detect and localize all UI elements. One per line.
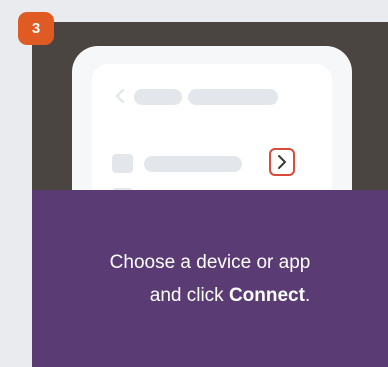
- chevron-left-icon: [115, 88, 125, 104]
- chevron-right-icon: [278, 155, 286, 169]
- connect-label: Connect: [228, 284, 305, 306]
- caption-line-1: Choose a device or app: [109, 251, 311, 273]
- caption-line-2: and click Connect.: [110, 279, 310, 312]
- step-caption: Choose a device or app and click Connect…: [32, 190, 388, 367]
- illustration: [32, 22, 388, 190]
- step-card: Choose a device or app and click Connect…: [32, 22, 388, 367]
- title-placeholder-long: [188, 89, 278, 105]
- step-number-badge: 3: [18, 12, 54, 45]
- caption-suffix: .: [304, 284, 311, 306]
- title-placeholder-short: [134, 89, 182, 105]
- list-item-label: [144, 156, 242, 172]
- connect-chevron-highlight[interactable]: [269, 148, 295, 176]
- caption-prefix: and click: [149, 284, 229, 306]
- device-frame: [72, 46, 352, 190]
- list-item-icon: [112, 154, 133, 173]
- app-screen: [92, 64, 332, 190]
